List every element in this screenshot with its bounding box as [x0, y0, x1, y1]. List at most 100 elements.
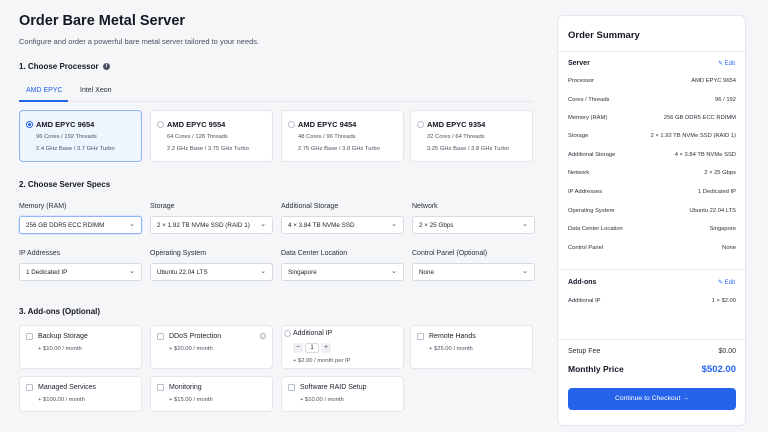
summary-value: 1 Dedicated IP — [697, 189, 736, 195]
processor-card-epyc-9554[interactable]: AMD EPYC 9554 64 Cores / 128 Threads 2.2… — [150, 110, 273, 162]
chevron-down-icon: ⌄ — [260, 221, 266, 228]
ip-addresses-select[interactable]: 1 Dedicated IP ⌄ — [19, 263, 142, 281]
memory-label: Memory (RAM) — [19, 203, 67, 210]
quantity-stepper[interactable]: 1 — [305, 343, 319, 353]
checkbox[interactable] — [157, 333, 164, 340]
chevron-down-icon: ⌄ — [391, 221, 397, 228]
addon-name: Backup Storage — [38, 333, 88, 340]
processor-cores: 96 Cores / 192 Threads — [36, 134, 97, 140]
addon-software-raid[interactable]: Software RAID Setup + $10.00 / month — [281, 376, 404, 412]
addon-name: Remote Hands — [429, 333, 476, 340]
edit-server-link[interactable]: ✎ Edit — [718, 60, 735, 67]
storage-select[interactable]: 2 × 1.92 TB NVMe SSD (RAID 1) ⌄ — [150, 216, 273, 234]
memory-value: 256 GB DDR5 ECC RDIMM — [26, 222, 105, 229]
processor-cores: 64 Cores / 128 Threads — [167, 134, 228, 140]
addon-price: + $20.00 / month — [169, 346, 213, 352]
addon-price: + $15.00 / month — [169, 397, 213, 403]
addon-name: Software RAID Setup — [300, 384, 367, 391]
storage-label: Storage — [150, 203, 175, 210]
chevron-down-icon: ⌄ — [522, 268, 528, 275]
info-icon[interactable]: i — [260, 333, 266, 339]
control-panel-value: None — [419, 269, 435, 276]
page-subtitle: Configure and order a powerful bare meta… — [19, 37, 260, 46]
operating-system-select[interactable]: Ubuntu 22.04 LTS ⌄ — [150, 263, 273, 281]
addon-price: + $10.00 / month — [300, 397, 344, 403]
addon-name: Monitoring — [169, 384, 202, 391]
data-center-select[interactable]: Singapore ⌄ — [281, 263, 404, 281]
addon-monitoring[interactable]: Monitoring + $15.00 / month — [150, 376, 273, 412]
radio[interactable] — [157, 121, 164, 128]
network-label: Network — [412, 203, 438, 210]
summary-key: Processor — [568, 78, 595, 84]
summary-key: Control Panel — [568, 245, 604, 251]
tab-amd-epyc[interactable]: AMD EPYC — [26, 87, 63, 94]
ip-addresses-label: IP Addresses — [19, 250, 61, 257]
summary-value: 2 × 1.92 TB NVMe SSD (RAID 1) — [650, 133, 736, 139]
memory-select[interactable]: 256 GB DDR5 ECC RDIMM ⌄ — [19, 216, 142, 234]
storage-value: 2 × 1.92 TB NVMe SSD (RAID 1) — [157, 222, 250, 229]
summary-value: None — [722, 245, 736, 251]
tab-intel-xeon[interactable]: Intel Xeon — [80, 87, 112, 94]
network-select[interactable]: 2 × 25 Gbps ⌄ — [412, 216, 535, 234]
addon-ddos-protection[interactable]: DDoS Protection + $20.00 / month i — [150, 325, 273, 369]
addon-name: Managed Services — [38, 384, 96, 391]
radio[interactable] — [284, 330, 291, 337]
checkbox[interactable] — [26, 384, 33, 391]
active-tab-indicator — [19, 100, 68, 102]
section-heading-processor-text: 1. Choose Processor — [19, 62, 99, 71]
configuration-panel: Order Bare Metal Server Configure and or… — [0, 0, 548, 432]
ip-addresses-value: 1 Dedicated IP — [26, 269, 68, 276]
addon-backup-storage[interactable]: Backup Storage + $10.00 / month — [19, 325, 142, 369]
radio[interactable] — [288, 121, 295, 128]
addon-additional-ip[interactable]: Additional IP − 1 + + $2.00 / month per … — [281, 325, 404, 369]
additional-storage-value: 4 × 3.84 TB NVMe SSD — [288, 222, 355, 229]
operating-system-value: Ubuntu 22.04 LTS — [157, 269, 208, 276]
edit-addons-link[interactable]: ✎ Edit — [718, 279, 735, 286]
divider — [558, 269, 745, 270]
divider — [558, 339, 745, 340]
processor-name: AMD EPYC 9454 — [298, 120, 357, 129]
addon-price: + $10.00 / month — [38, 346, 82, 352]
summary-key: Memory (RAM) — [568, 115, 608, 121]
summary-value: 96 / 192 — [715, 97, 736, 103]
checkbox[interactable] — [157, 384, 164, 391]
additional-storage-select[interactable]: 4 × 3.84 TB NVMe SSD ⌄ — [281, 216, 404, 234]
chevron-down-icon: ⌄ — [522, 221, 528, 228]
processor-cores: 48 Cores / 96 Threads — [298, 134, 356, 140]
checkbox[interactable] — [288, 384, 295, 391]
summary-value: 1 × $2.00 — [711, 298, 736, 304]
info-icon[interactable]: i — [102, 63, 110, 71]
summary-key: Network — [568, 170, 590, 176]
processor-clock: 2.75 GHz Base / 3.8 GHz Turbo — [298, 146, 380, 152]
summary-key: Additional IP — [568, 298, 601, 304]
addon-name: DDoS Protection — [169, 333, 222, 340]
increment-button[interactable]: + — [321, 343, 331, 353]
addon-name: Additional IP — [293, 330, 333, 337]
continue-to-checkout-button[interactable]: Continue to Checkout → — [568, 388, 736, 410]
order-summary-panel: Order Summary Server ✎ Edit Processor AMD… — [557, 15, 746, 426]
checkbox[interactable] — [26, 333, 33, 340]
radio[interactable] — [417, 121, 424, 128]
chevron-down-icon: ⌄ — [129, 268, 135, 275]
processor-name: AMD EPYC 9354 — [427, 120, 486, 129]
addon-remote-hands[interactable]: Remote Hands + $25.00 / month — [410, 325, 533, 369]
processor-card-epyc-9654[interactable]: AMD EPYC 9654 96 Cores / 192 Threads 2.4… — [19, 110, 142, 162]
decrement-button[interactable]: − — [293, 343, 303, 353]
processor-clock: 2.2 GHz Base / 3.75 GHz Turbo — [167, 146, 249, 152]
summary-value: 2 × 25 Gbps — [704, 170, 736, 176]
control-panel-select[interactable]: None ⌄ — [412, 263, 535, 281]
processor-card-epyc-9454[interactable]: AMD EPYC 9454 48 Cores / 96 Threads 2.75… — [281, 110, 404, 162]
processor-clock: 3.25 GHz Base / 3.8 GHz Turbo — [427, 146, 509, 152]
radio-selected[interactable] — [26, 121, 33, 128]
processor-card-epyc-9354[interactable]: AMD EPYC 9354 32 Cores / 64 Threads 3.25… — [410, 110, 533, 162]
checkbox[interactable] — [417, 333, 424, 340]
addon-managed-services[interactable]: Managed Services + $100.00 / month — [19, 376, 142, 412]
summary-value: Singapore — [709, 226, 736, 232]
data-center-label: Data Center Location — [281, 250, 348, 257]
additional-storage-label: Additional Storage — [281, 203, 339, 210]
summary-value: 4 × 3.84 TB NVMe SSD — [674, 152, 736, 158]
operating-system-label: Operating System — [150, 250, 207, 257]
addon-price: + $2.00 / month per IP — [293, 358, 351, 364]
summary-key: Operating System — [568, 208, 615, 214]
edit-label: Edit — [724, 280, 735, 286]
